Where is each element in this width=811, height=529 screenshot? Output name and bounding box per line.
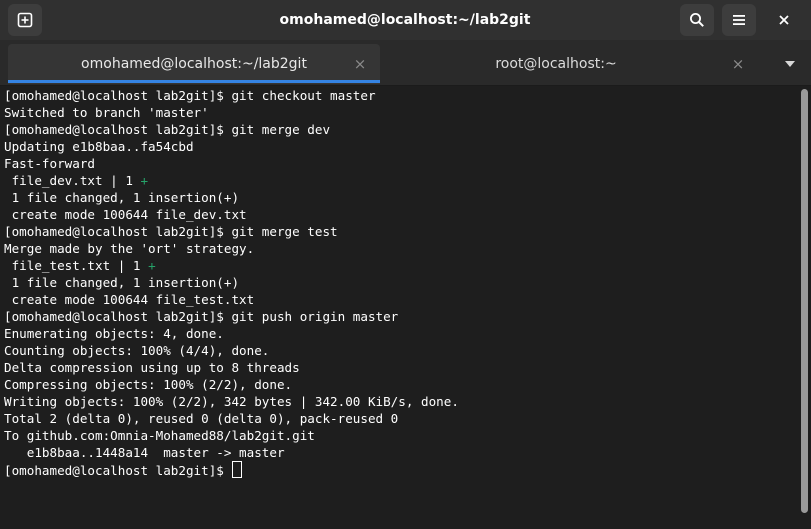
close-icon (779, 15, 789, 25)
terminal-line: file_test.txt | 1 + (4, 257, 797, 274)
tab-label: root@localhost:~ (495, 56, 617, 72)
diffstat-text: file_dev.txt | 1 (4, 173, 141, 188)
window-close-button[interactable] (764, 4, 804, 36)
chevron-down-icon (785, 61, 795, 67)
tab-list-dropdown-button[interactable] (776, 44, 804, 84)
prompt-line[interactable]: [omohamed@localhost lab2git]$ (4, 461, 797, 478)
diff-plus: + (148, 258, 156, 273)
search-button[interactable] (680, 4, 714, 36)
tab-label: omohamed@localhost:~/lab2git (81, 56, 307, 72)
tab-close-button[interactable]: × (348, 44, 372, 84)
window-title: omohamed@localhost:~/lab2git (279, 12, 531, 28)
text-cursor (232, 461, 243, 478)
terminal-line: Merge made by the 'ort' strategy. (4, 241, 255, 256)
terminal-line: Counting objects: 100% (4/4), done. (4, 343, 270, 358)
terminal-output[interactable]: [omohamed@localhost lab2git]$ git checko… (0, 87, 797, 529)
terminal-line: [omohamed@localhost lab2git]$ git push o… (4, 309, 399, 324)
main-menu-button[interactable] (722, 4, 756, 36)
diffstat-text: file_test.txt | 1 (4, 258, 149, 273)
terminal-line: Total 2 (delta 0), reused 0 (delta 0), p… (4, 411, 399, 426)
terminal-line: [omohamed@localhost lab2git]$ git merge … (4, 122, 331, 137)
terminal-line: Compressing objects: 100% (2/2), done. (4, 377, 293, 392)
new-tab-button[interactable] (8, 4, 42, 36)
tab-lab2git[interactable]: omohamed@localhost:~/lab2git × (8, 44, 380, 84)
terminal-line: Delta compression using up to 8 threads (4, 360, 300, 375)
terminal-line: file_dev.txt | 1 + (4, 172, 797, 189)
diff-plus: + (140, 173, 149, 188)
tab-close-button[interactable]: × (726, 44, 750, 84)
scrollbar-thumb[interactable] (801, 89, 808, 513)
terminal-line: [omohamed@localhost lab2git]$ git merge … (4, 224, 338, 239)
terminal-line: Updating e1b8baa..fa54cbd (4, 139, 194, 154)
scrollbar[interactable] (797, 87, 811, 529)
header-bar: omohamed@localhost:~/lab2git (0, 0, 811, 40)
active-tab-indicator (8, 80, 380, 83)
terminal-line: create mode 100644 file_dev.txt (4, 207, 247, 222)
shell-prompt: [omohamed@localhost lab2git]$ (4, 463, 232, 478)
terminal-line: Writing objects: 100% (2/2), 342 bytes |… (4, 394, 459, 409)
terminal-line: 1 file changed, 1 insertion(+) (4, 190, 240, 205)
terminal-line: [omohamed@localhost lab2git]$ git checko… (4, 88, 376, 103)
terminal-line: Switched to branch 'master' (4, 105, 209, 120)
terminal-line: Enumerating objects: 4, done. (4, 326, 224, 341)
new-tab-icon (17, 12, 33, 28)
terminal-line: e1b8baa..1448a14 master -> master (4, 445, 285, 460)
terminal-line: create mode 100644 file_test.txt (4, 292, 255, 307)
terminal-line: Fast-forward (4, 156, 95, 171)
terminal-line: 1 file changed, 1 insertion(+) (4, 275, 240, 290)
terminal-window: omohamed@localhost:~/lab2git omohamed@lo… (0, 0, 811, 529)
search-icon (690, 13, 704, 27)
hamburger-menu-icon (733, 15, 745, 25)
terminal-line: To github.com:Omnia-Mohamed88/lab2git.gi… (4, 428, 315, 443)
tab-root[interactable]: root@localhost:~ × (384, 44, 758, 84)
